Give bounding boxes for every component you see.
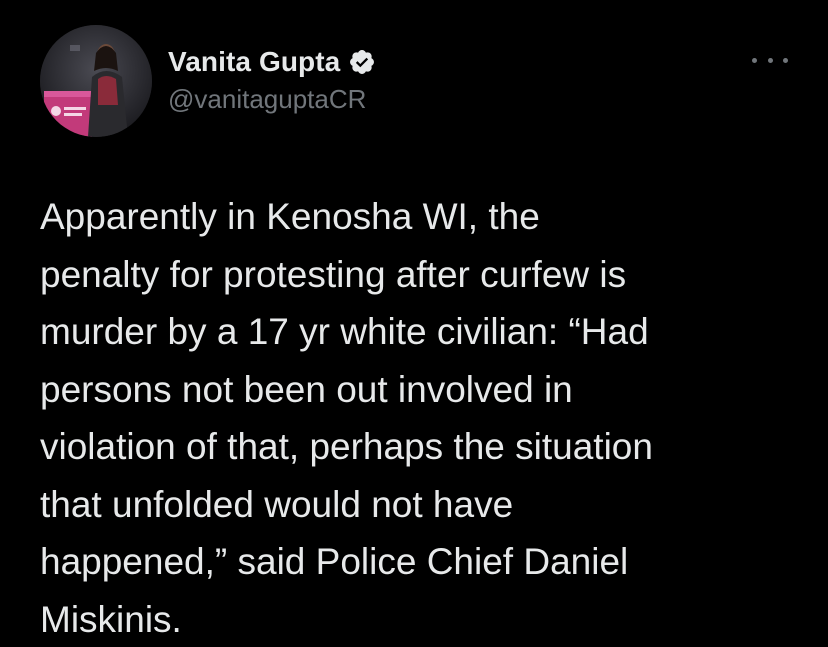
tweet: Vanita Gupta @vanitaguptaCR Apparently i… [0, 0, 828, 647]
profile-photo-icon [40, 25, 152, 137]
tweet-text: Apparently in Kenosha WI, the penalty fo… [40, 196, 653, 640]
author-handle[interactable]: @vanitaguptaCR [168, 84, 366, 115]
more-icon-dot [752, 57, 757, 63]
more-options-button[interactable] [752, 50, 788, 70]
display-name[interactable]: Vanita Gupta [168, 46, 340, 78]
author-name-row: Vanita Gupta [168, 44, 376, 80]
verified-badge-icon [350, 50, 375, 74]
avatar[interactable] [40, 25, 152, 137]
more-icon-dot [783, 57, 788, 63]
more-icon-dot [767, 57, 773, 63]
